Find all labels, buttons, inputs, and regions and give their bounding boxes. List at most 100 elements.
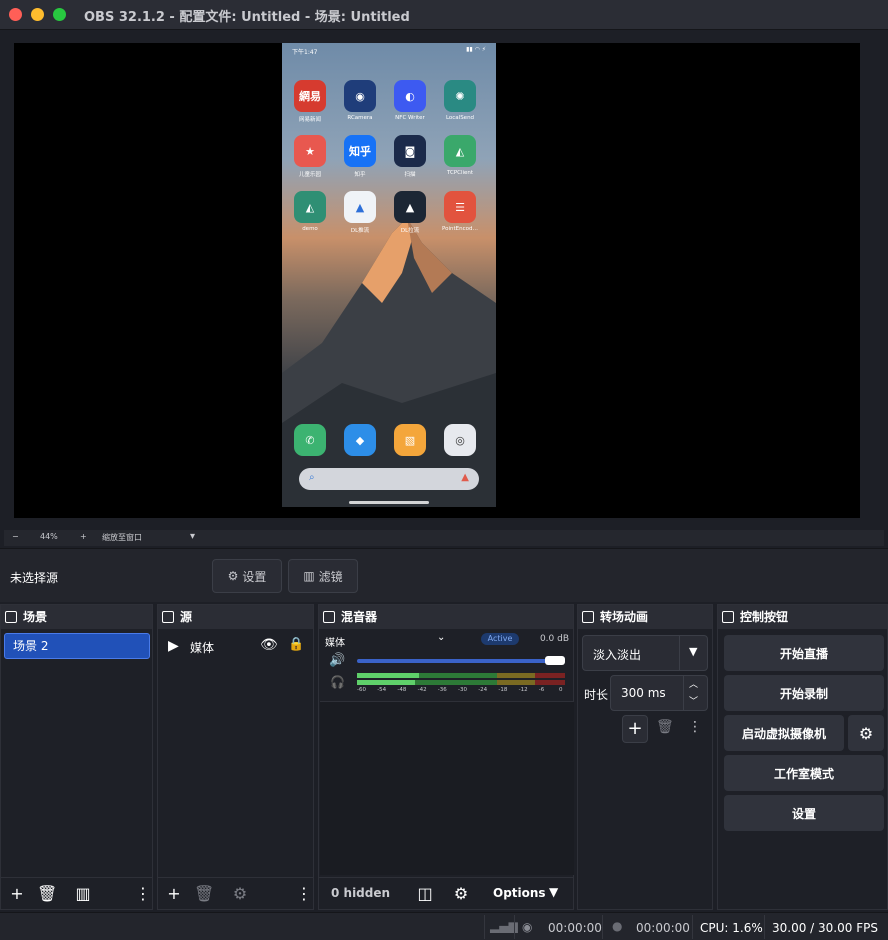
mixer-settings-icon[interactable]: ⚙ [451, 884, 471, 903]
scenes-dock: 场景 场景 2 + 🗑 ▥ ⋮ [0, 604, 153, 910]
transitions-title: 转场动画 [600, 610, 649, 624]
start-recording-button[interactable]: 开始录制 [724, 675, 884, 711]
mixer-channel: 媒体 ⌄ Active 0.0 dB 🔊 🎧 -60 -54 -48 -42 -36 -3… [321, 631, 573, 701]
app-glyph: ☰ [444, 191, 476, 223]
transition-selected: 淡入淡出 [593, 648, 642, 662]
more-icon[interactable]: ⋮ [294, 884, 314, 903]
duration-spinbox[interactable]: 300 ms ︿ ﹀ [610, 675, 708, 711]
transition-select[interactable]: 淡入淡出 ▼ [582, 635, 708, 671]
meter-tick-label: -24 [478, 687, 488, 693]
source-name: 媒体 [190, 641, 215, 655]
window-title: OBS 32.1.2 - 配置文件: Untitled - 场景: Untitl… [84, 10, 410, 25]
mixer-empty-area [320, 701, 574, 875]
remove-source-button[interactable]: 🗑 [194, 884, 214, 903]
dock-window-icon [722, 611, 734, 623]
more-icon[interactable]: ⋮ [688, 719, 702, 735]
phone-app-icon: ★ 儿童乐园 [290, 135, 330, 178]
add-transition-button[interactable]: + [622, 715, 648, 743]
zoom-out-button[interactable]: − [12, 532, 19, 541]
no-source-label: 未选择源 [10, 571, 59, 585]
headphone-monitor-icon[interactable]: 🎧 [330, 675, 345, 689]
layout-toggle-icon[interactable]: ◫ [415, 884, 435, 903]
phone-app-icon: ◐ NFC Writer [390, 80, 430, 121]
source-toolbar: 未选择源 ⚙ 设置 ▥ 滤镜 [0, 548, 888, 602]
app-label: 知乎 [354, 172, 366, 178]
close-window-button[interactable] [9, 8, 22, 21]
studio-mode-button[interactable]: 工作室模式 [724, 755, 884, 791]
chevron-up-icon[interactable]: ︿ [689, 677, 698, 690]
status-bar: ▂▄▆ ◉ 00:00:00 ● 00:00:00 CPU: 1.6% 30.0… [0, 912, 888, 940]
volume-slider-handle[interactable] [545, 656, 565, 665]
scenes-dock-header: 场景 [1, 605, 152, 629]
phone-app-icon: ▲ DL拉流 [390, 191, 430, 234]
chevron-down-icon[interactable]: ⌄ [437, 632, 445, 643]
zoom-window-button[interactable] [53, 8, 66, 21]
lock-icon[interactable]: 🔒 [288, 637, 304, 652]
phone-app-icon: ☰ PointEncod… [440, 191, 480, 232]
controls-dock-header: 控制按钮 [718, 605, 887, 629]
options-button[interactable]: Options [493, 886, 546, 900]
more-icon[interactable]: ⋮ [133, 884, 153, 903]
source-properties-button[interactable]: ⚙ [230, 884, 250, 903]
hidden-count[interactable]: 0 hidden [331, 886, 390, 900]
start-virtual-camera-button[interactable]: 启动虚拟摄像机 [724, 715, 844, 751]
dock-window-icon [5, 611, 17, 623]
audio-mixer-dock: 混音器 媒体 ⌄ Active 0.0 dB 🔊 🎧 -60 -54 -48 -42-… [318, 604, 574, 910]
meter-tick-label: -6 [538, 687, 545, 693]
chevron-down-icon[interactable]: ▼ [549, 885, 558, 899]
phone-app-icon: ◉ RCamera [340, 80, 380, 121]
volume-slider[interactable] [357, 659, 563, 663]
minimize-window-button[interactable] [31, 8, 44, 21]
add-source-button[interactable]: + [164, 884, 184, 903]
dock-window-icon [323, 611, 335, 623]
phone-app-icon: 知乎 知乎 [340, 135, 380, 178]
add-scene-button[interactable]: + [7, 884, 27, 903]
source-filters-label: 滤镜 [318, 569, 343, 584]
phone-dock-camera-icon: ◎ [440, 424, 480, 456]
gear-icon[interactable]: ⚙ [848, 715, 884, 751]
stream-time: 00:00:00 [548, 921, 602, 935]
duration-label: 时长 [584, 688, 609, 702]
app-label: RCamera [347, 115, 373, 121]
meter-tick-label: 0 [559, 687, 563, 693]
cpu-usage: CPU: 1.6% [700, 921, 763, 935]
mixer-title: 混音器 [341, 610, 378, 624]
phone-dock-notes-icon: ▧ [390, 424, 430, 456]
zoom-in-button[interactable]: + [80, 532, 87, 541]
level-meter-right [357, 680, 565, 685]
chevron-down-icon[interactable]: ▾ [190, 531, 195, 542]
sources-title: 源 [180, 610, 193, 624]
dock-window-icon [162, 611, 174, 623]
volume-db: 0.0 dB [539, 634, 569, 644]
app-glyph: ▲ [344, 191, 376, 223]
trash-icon[interactable]: 🗑 [656, 719, 674, 735]
transitions-dock-header: 转场动画 [578, 605, 712, 629]
speaker-icon[interactable]: 🔊 [329, 653, 345, 668]
phone-app-icon: ✺ LocalSend [440, 80, 480, 121]
scene-filters-button[interactable]: ▥ [73, 884, 93, 903]
remove-scene-button[interactable]: 🗑 [37, 884, 57, 903]
source-settings-button[interactable]: ⚙ 设置 [212, 559, 282, 593]
app-glyph: ◙ [394, 135, 426, 167]
phone-app-icon: 網易 网易新闻 [290, 80, 330, 123]
meter-tick-label: -42 [417, 687, 427, 693]
app-glyph: ▲ [394, 191, 426, 223]
eye-icon[interactable]: 👁 [260, 637, 278, 653]
app-glyph: ◐ [394, 80, 426, 112]
duration-value: 300 ms [621, 686, 666, 700]
meter-tick-label: -48 [397, 687, 407, 693]
source-item[interactable]: ▶ 媒体 👁 🔒 [168, 637, 304, 657]
start-streaming-button[interactable]: 开始直播 [724, 635, 884, 671]
channel-name: 媒体 [325, 638, 345, 649]
app-label: DL拉流 [400, 228, 420, 234]
app-glyph: 知乎 [344, 135, 376, 167]
sources-dock: 源 ▶ 媒体 👁 🔒 + 🗑 ⚙ ⋮ [157, 604, 314, 910]
record-status-icon: ● [612, 919, 623, 933]
meter-tick-label: -36 [437, 687, 447, 693]
settings-button[interactable]: 设置 [724, 795, 884, 831]
zoom-fit-select[interactable]: 缩放至窗口 [102, 532, 142, 543]
scene-item[interactable]: 场景 2 [4, 633, 150, 659]
source-filters-button[interactable]: ▥ 滤镜 [288, 559, 358, 593]
gear-icon: ⚙ [227, 569, 239, 583]
chevron-down-icon[interactable]: ﹀ [689, 694, 698, 707]
